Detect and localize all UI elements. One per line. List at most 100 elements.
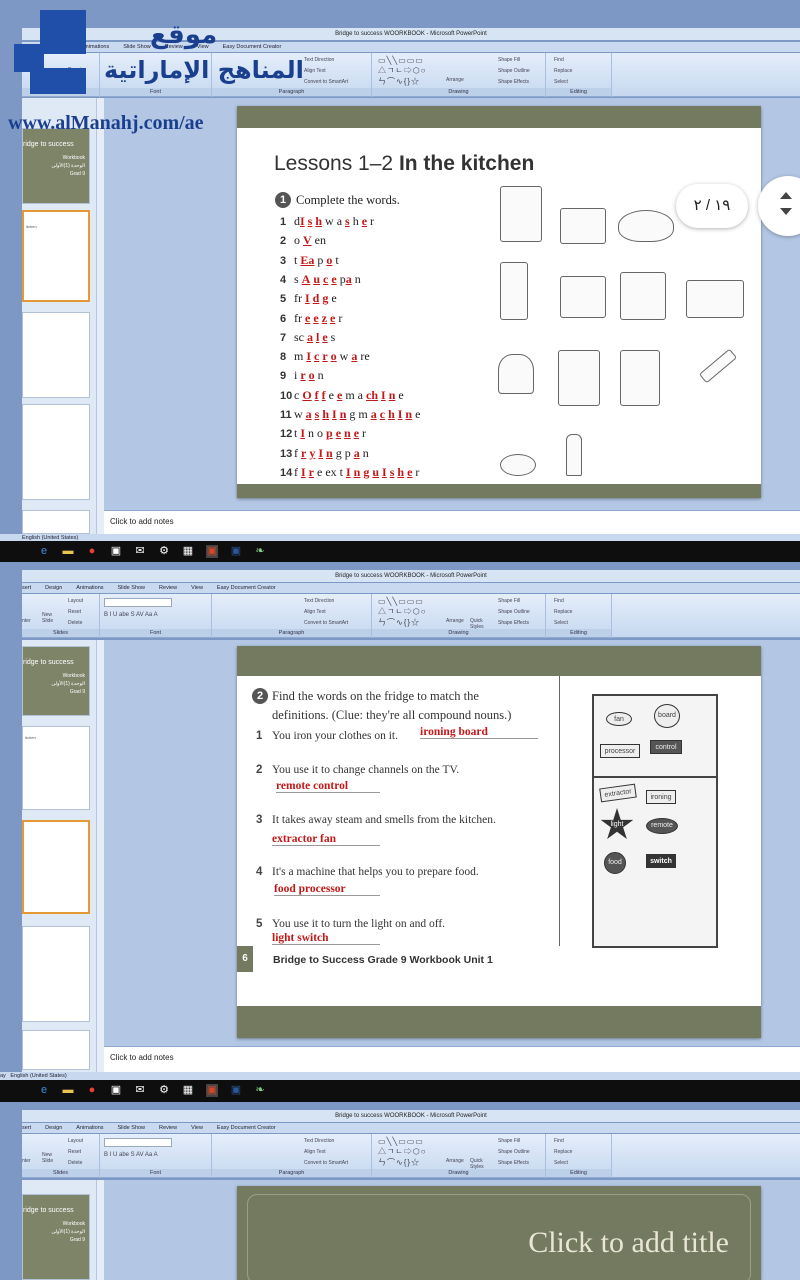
mail-icon[interactable]: ✉ [134,545,146,558]
app-icon[interactable]: ❧ [254,1084,266,1097]
thumbnails-scrollbar-2[interactable] [96,640,104,1076]
text-direction-button[interactable]: Text Direction [304,1138,334,1144]
store-icon[interactable]: ▣ [110,545,122,558]
thumb-slide-5[interactable] [22,1030,90,1070]
shapes-gallery[interactable]: ▭╲╲▭▭▭ △ㄱㄴ⇨⬡○ ㄣ⌒∿{}☆ [378,56,427,87]
convert-smartart-button[interactable]: Convert to SmartArt [304,79,348,85]
shape-outline-button[interactable]: Shape Outline [498,609,530,615]
thumb-slide-4[interactable] [22,926,90,1022]
text-direction-button[interactable]: Text Direction [304,57,334,63]
thumb-slide-2[interactable]: itchen [22,726,90,810]
new-slide-button[interactable]: New Slide [42,612,62,624]
replace-button[interactable]: Replace [554,68,572,74]
folder-icon[interactable]: ▬ [62,545,74,558]
arrange-button[interactable]: Arrange [446,618,464,624]
watermark-line2: المناهج الإماراتية [104,56,304,84]
mail-icon[interactable]: ✉ [134,1084,146,1097]
replace-button[interactable]: Replace [554,609,572,615]
layout-button[interactable]: Layout [68,598,83,604]
powerpoint-icon[interactable]: ▣ [206,1084,218,1097]
thumb-slide-5[interactable] [22,510,90,534]
store-icon[interactable]: ▣ [110,1084,122,1097]
slide-thumbnails-panel-2[interactable]: ridge to success Workbook الوحدة (1)الأو… [22,640,96,1076]
thumbnails-scrollbar-3[interactable] [96,1180,104,1280]
calculator-icon[interactable]: ▦ [182,545,194,558]
tab-slideshow[interactable]: Slide Show [118,583,146,593]
thumb-slide-3[interactable] [22,820,90,914]
tab-animations[interactable]: Animations [76,1123,103,1133]
shape-fill-button[interactable]: Shape Fill [498,598,520,604]
select-button[interactable]: Select [554,620,568,626]
shapes-gallery[interactable]: ▭╲╲▭▭▭ △ㄱㄴ⇨⬡○ ㄣ⌒∿{}☆ [378,1137,427,1168]
find-button[interactable]: Find [554,57,564,63]
slide-thumbnails-panel-3[interactable]: ridge to success Workbook الوحدة (1)الأو… [22,1180,96,1280]
shape-effects-button[interactable]: Shape Effects [498,1160,529,1166]
tab-review[interactable]: Review [159,1123,177,1133]
arrange-button[interactable]: Arrange [446,77,464,83]
chrome-icon[interactable]: ● [86,1084,98,1097]
tab-review[interactable]: Review [159,583,177,593]
shapes-gallery[interactable]: ▭╲╲▭▭▭ △ㄱㄴ⇨⬡○ ㄣ⌒∿{}☆ [378,597,427,628]
delete-button[interactable]: Delete [68,1160,82,1166]
thumb-slide-2[interactable]: itchen [22,210,90,302]
word-icon[interactable]: ▣ [230,1084,242,1097]
title-placeholder[interactable]: Click to add title [528,1226,729,1260]
thumbnails-scrollbar[interactable] [96,98,104,534]
tab-view[interactable]: View [191,583,203,593]
tab-slideshow[interactable]: Slide Show [118,1123,146,1133]
reset-button[interactable]: Reset [68,609,81,615]
tab-insert[interactable]: sert [22,583,31,593]
thumb-slide-1[interactable]: ridge to success Workbook الوحدة (1)الأو… [22,1194,90,1280]
find-button[interactable]: Find [554,598,564,604]
folder-icon[interactable]: ▬ [62,1084,74,1097]
thumb-slide-1[interactable]: ridge to success Workbook الوحدة (1)الأو… [22,646,90,716]
word-icon[interactable]: ▣ [230,545,242,558]
app-icon[interactable]: ❧ [254,545,266,558]
font-name-select[interactable] [104,1138,172,1147]
align-text-button[interactable]: Align Text [304,1149,326,1155]
font-name-select[interactable] [104,598,172,607]
tab-design[interactable]: Design [45,583,62,593]
text-direction-button[interactable]: Text Direction [304,598,334,604]
select-button[interactable]: Select [554,1160,568,1166]
convert-smartart-button[interactable]: Convert to SmartArt [304,1160,348,1166]
font-format-buttons[interactable]: B I U abe S AV Aa A [104,612,158,618]
chrome-icon[interactable]: ● [86,545,98,558]
shape-effects-button[interactable]: Shape Effects [498,79,529,85]
select-button[interactable]: Select [554,79,568,85]
thumb-slide-4[interactable] [22,404,90,500]
find-button[interactable]: Find [554,1138,564,1144]
delete-button[interactable]: Delete [68,620,82,626]
edge-icon[interactable]: e [38,1084,50,1097]
layout-button[interactable]: Layout [68,1138,83,1144]
shape-effects-button[interactable]: Shape Effects [498,620,529,626]
font-format-buttons[interactable]: B I U abe S AV Aa A [104,1152,158,1158]
shape-outline-button[interactable]: Shape Outline [498,1149,530,1155]
shape-fill-button[interactable]: Shape Fill [498,57,520,63]
align-text-button[interactable]: Align Text [304,609,326,615]
align-text-button[interactable]: Align Text [304,68,326,74]
reset-button[interactable]: Reset [68,1149,81,1155]
powerpoint-icon[interactable]: ▣ [206,545,218,558]
edge-icon[interactable]: e [38,545,50,558]
thumb-slide-3[interactable] [22,312,90,398]
tab-view[interactable]: View [191,1123,203,1133]
shape-fill-button[interactable]: Shape Fill [498,1138,520,1144]
word-row: 5 fr I d g e [280,291,337,306]
tab-easy-doc[interactable]: Easy Document Creator [217,583,276,593]
arrange-button[interactable]: Arrange [446,1158,464,1164]
convert-smartart-button[interactable]: Convert to SmartArt [304,620,348,626]
calculator-icon[interactable]: ▦ [182,1084,194,1097]
tab-animations[interactable]: Animations [76,583,103,593]
notes-pane[interactable]: Click to add notes [104,510,800,536]
settings-icon[interactable]: ⚙ [158,545,170,558]
slide-thumbnails-panel[interactable]: ridge to success Workbook الوحدة (1)الأو… [22,98,96,534]
tab-easy-doc[interactable]: Easy Document Creator [217,1123,276,1133]
new-slide-button[interactable]: New Slide [42,1152,62,1164]
shape-outline-button[interactable]: Shape Outline [498,68,530,74]
tab-insert[interactable]: sert [22,1123,31,1133]
replace-button[interactable]: Replace [554,1149,572,1155]
notes-pane-2[interactable]: Click to add notes [104,1046,800,1072]
settings-icon[interactable]: ⚙ [158,1084,170,1097]
tab-design[interactable]: Design [45,1123,62,1133]
